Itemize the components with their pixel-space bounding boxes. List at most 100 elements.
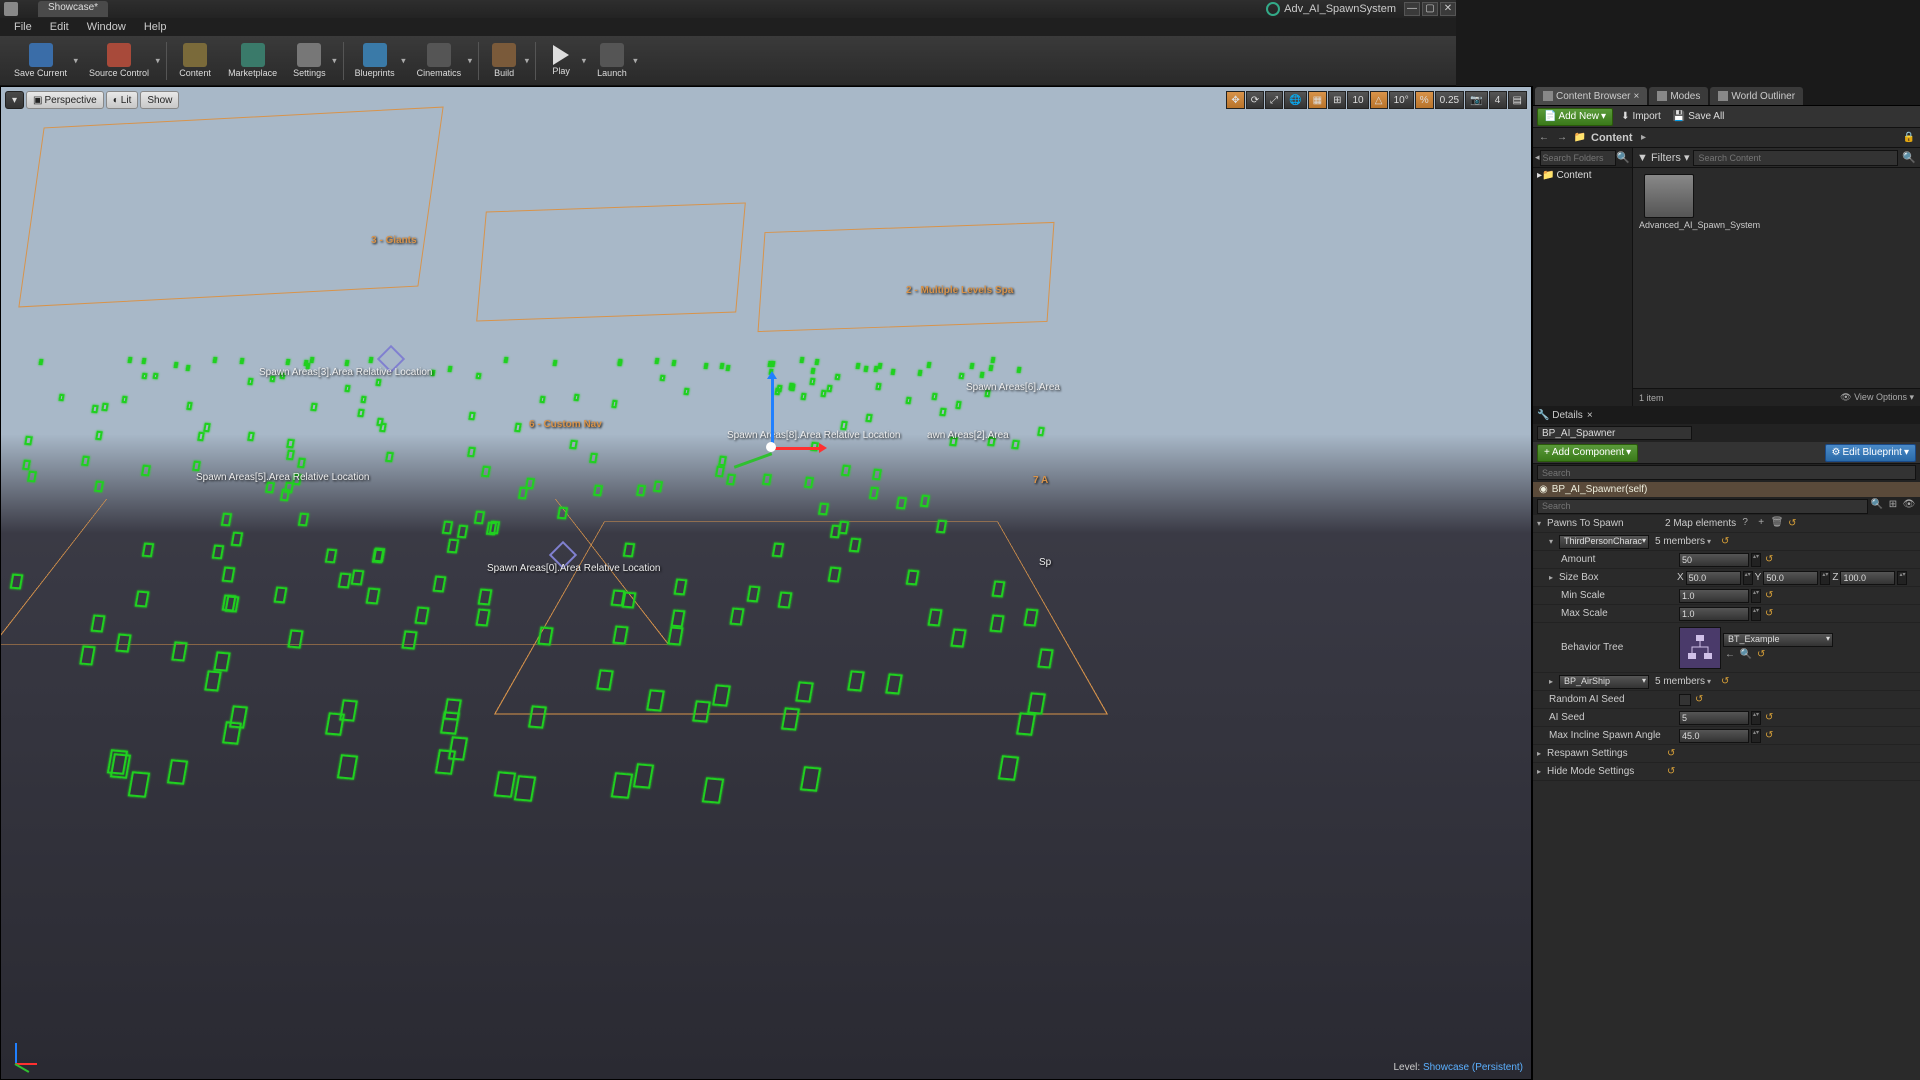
sizebox-z-input[interactable]	[1840, 571, 1895, 585]
nav-back-button[interactable]: ←	[1537, 131, 1551, 145]
details-tab[interactable]: 🔧 Details	[1537, 410, 1583, 421]
view-options-button[interactable]: 👁 View Options ▾	[1840, 392, 1914, 403]
item-count-label: 1 item	[1639, 393, 1664, 403]
add-element-icon[interactable]: +	[1754, 517, 1768, 531]
reset-icon[interactable]: ↺	[1765, 730, 1773, 741]
min-scale-input[interactable]	[1679, 589, 1749, 603]
help-icon[interactable]: ?	[1738, 517, 1752, 531]
camera-speed-value[interactable]: 4	[1489, 91, 1507, 109]
reset-icon[interactable]: ↺	[1765, 590, 1773, 601]
eye-icon[interactable]: 👁	[1902, 499, 1916, 513]
level-tab[interactable]: Showcase*	[38, 1, 108, 17]
reset-icon[interactable]: ↺	[1667, 766, 1675, 777]
viewport-maximize-button[interactable]: ▤	[1508, 91, 1527, 109]
reset-icon[interactable]: ↺	[1765, 554, 1773, 565]
reset-icon[interactable]: ↺	[1757, 649, 1765, 663]
use-selected-icon[interactable]: ←	[1723, 649, 1737, 663]
component-self[interactable]: ◉ BP_AI_Spawner(self)	[1533, 482, 1920, 497]
transform-mode-rotate[interactable]: ⟳	[1246, 91, 1264, 109]
camera-speed-icon[interactable]: 📷	[1465, 91, 1487, 109]
transform-mode-translate[interactable]: ✥	[1226, 91, 1244, 109]
asset-grid[interactable]: Advanced_AI_Spawn_System	[1633, 168, 1920, 388]
max-incline-input[interactable]	[1679, 729, 1749, 743]
reset-icon[interactable]: ↺	[1721, 536, 1729, 547]
pawn-class-dropdown[interactable]: ThirdPersonCharac	[1559, 535, 1649, 549]
component-search-input[interactable]	[1537, 465, 1916, 480]
reset-icon[interactable]: ↺	[1695, 694, 1703, 705]
settings-button[interactable]: Settings	[285, 38, 340, 84]
level-link[interactable]: Showcase (Persistent)	[1423, 1062, 1523, 1073]
max-scale-input[interactable]	[1679, 607, 1749, 621]
behavior-tree-thumbnail-icon[interactable]	[1679, 627, 1721, 669]
lock-button[interactable]: 🔒	[1902, 131, 1916, 145]
search-content-input[interactable]	[1693, 150, 1898, 166]
scale-snap-button[interactable]: %	[1415, 91, 1434, 109]
maximize-button[interactable]: ▢	[1422, 2, 1438, 16]
lit-mode-button[interactable]: ◐ Lit	[106, 91, 139, 109]
coord-system-button[interactable]: 🌐	[1284, 91, 1306, 109]
menu-help[interactable]: Help	[136, 19, 175, 35]
sizebox-x-input[interactable]	[1686, 571, 1741, 585]
sizebox-y-input[interactable]	[1763, 571, 1818, 585]
pawn-class-dropdown-2[interactable]: BP_AirShip	[1559, 675, 1649, 689]
actor-name-input[interactable]	[1537, 426, 1692, 440]
reset-icon[interactable]: ↺	[1788, 518, 1796, 529]
amount-input[interactable]	[1679, 553, 1749, 567]
cinematics-button[interactable]: Cinematics	[409, 38, 476, 84]
source-control-button[interactable]: Source Control	[81, 38, 163, 84]
behavior-tree-dropdown[interactable]: BT_Example	[1723, 633, 1833, 647]
angle-snap-button[interactable]: △	[1370, 91, 1388, 109]
viewport-annotation: awn Areas[2].Area	[927, 430, 1009, 441]
random-seed-checkbox[interactable]	[1679, 694, 1691, 706]
reset-icon[interactable]: ↺	[1765, 712, 1773, 723]
view-mode-button[interactable]: ▣ Perspective	[26, 91, 104, 109]
menu-edit[interactable]: Edit	[42, 19, 77, 35]
close-button[interactable]: ✕	[1440, 2, 1456, 16]
grid-snap-button[interactable]: ⊞	[1328, 91, 1346, 109]
import-button[interactable]: ⬇ Import	[1617, 111, 1665, 122]
asset-folder[interactable]: Advanced_AI_Spawn_System	[1639, 174, 1699, 230]
tree-item-content[interactable]: ▸📁 Content	[1533, 168, 1632, 183]
tab-modes[interactable]: Modes	[1649, 87, 1708, 105]
build-button[interactable]: Build	[482, 38, 532, 84]
browse-icon[interactable]: 🔍	[1739, 649, 1753, 663]
clear-array-icon[interactable]: 🗑	[1770, 517, 1784, 531]
save-current-button[interactable]: Save Current	[6, 38, 81, 84]
edit-blueprint-button[interactable]: ⚙ Edit Blueprint ▾	[1825, 444, 1916, 462]
ai-seed-input[interactable]	[1679, 711, 1749, 725]
property-search-input[interactable]	[1537, 499, 1868, 514]
nav-forward-button[interactable]: →	[1555, 131, 1569, 145]
minimize-button[interactable]: —	[1404, 2, 1420, 16]
tab-content-browser[interactable]: Content Browser ×	[1535, 87, 1647, 105]
content-button[interactable]: Content	[170, 38, 220, 84]
add-new-button[interactable]: 📄 Add New ▾	[1537, 108, 1613, 126]
filters-button[interactable]: ▼ Filters ▾	[1637, 151, 1689, 164]
show-button[interactable]: Show	[140, 91, 179, 109]
tab-world-outliner[interactable]: World Outliner	[1710, 87, 1803, 105]
transform-mode-scale[interactable]: ⤢	[1265, 91, 1283, 109]
viewport-options-button[interactable]: ▾	[5, 91, 24, 109]
launch-button[interactable]: Launch	[589, 38, 641, 84]
surface-snap-button[interactable]: ▦	[1308, 91, 1327, 109]
spawn-preview-box	[841, 465, 850, 476]
menu-file[interactable]: File	[6, 19, 40, 35]
reset-icon[interactable]: ↺	[1721, 676, 1729, 687]
blueprints-button[interactable]: Blueprints	[347, 38, 409, 84]
reset-icon[interactable]: ↺	[1667, 748, 1675, 759]
menu-window[interactable]: Window	[79, 19, 134, 35]
save-all-button[interactable]: 💾 Save All	[1669, 111, 1729, 122]
level-viewport[interactable]: ▾ ▣ Perspective ◐ Lit Show ✥ ⟳ ⤢ 🌐 ▦ ⊞ 1…	[0, 86, 1532, 1080]
add-component-button[interactable]: + Add Component ▾	[1537, 444, 1638, 462]
grid-snap-value[interactable]: 10	[1347, 91, 1368, 109]
reset-icon[interactable]: ↺	[1765, 608, 1773, 619]
breadcrumb[interactable]: Content	[1591, 132, 1633, 144]
search-folders-input[interactable]	[1540, 150, 1617, 166]
angle-snap-value[interactable]: 10°	[1389, 91, 1414, 109]
play-button[interactable]: Play	[539, 38, 589, 84]
marketplace-button[interactable]: Marketplace	[220, 38, 285, 84]
spawn-preview-box	[116, 633, 132, 652]
property-matrix-icon[interactable]: ⊞	[1886, 499, 1900, 513]
spawn-preview-box	[265, 482, 275, 494]
scale-snap-value[interactable]: 0.25	[1435, 91, 1464, 109]
prop-pawns-to-spawn[interactable]: Pawns To Spawn	[1547, 518, 1665, 529]
